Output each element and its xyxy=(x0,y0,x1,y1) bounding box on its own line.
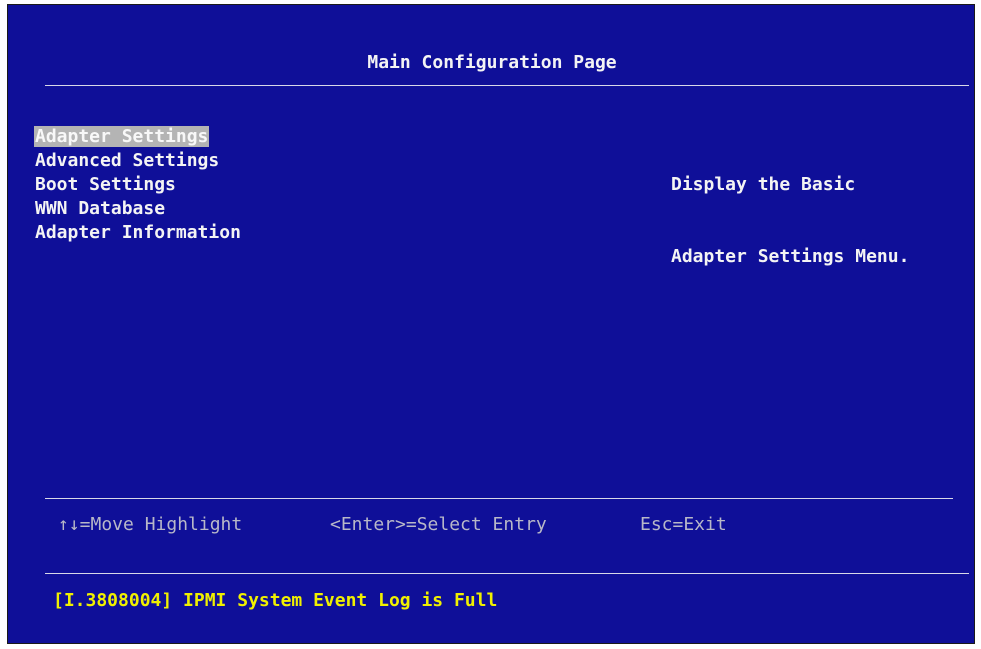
status-message: [I.3808004] IPMI System Event Log is Ful… xyxy=(53,590,498,611)
page-title: Main Configuration Page xyxy=(367,52,617,73)
help-line-1: Display the Basic xyxy=(671,174,856,195)
top-divider xyxy=(45,85,969,86)
main-menu: Adapter Settings Advanced Settings Boot … xyxy=(34,125,242,245)
menu-item-label: WWN Database xyxy=(35,198,166,219)
bios-screen: Main Configuration Page Adapter Settings… xyxy=(7,4,975,644)
menu-item-label: Adapter Settings xyxy=(34,126,210,147)
help-line-2: Adapter Settings Menu. xyxy=(671,246,910,267)
menu-item-boot-settings[interactable]: Boot Settings xyxy=(34,173,242,197)
status-divider xyxy=(45,573,969,574)
menu-item-label: Boot Settings xyxy=(35,174,176,195)
move-highlight-hint: ↑↓=Move Highlight xyxy=(58,514,243,535)
select-entry-hint: <Enter>=Select Entry xyxy=(330,514,547,535)
keys-divider xyxy=(45,498,953,499)
menu-item-advanced-settings[interactable]: Advanced Settings xyxy=(34,149,242,173)
menu-item-wwn-database[interactable]: WWN Database xyxy=(34,197,242,221)
exit-hint: Esc=Exit xyxy=(640,514,727,535)
help-text: Display the Basic Adapter Settings Menu. xyxy=(671,125,909,317)
menu-item-label: Adapter Information xyxy=(35,222,241,243)
menu-item-label: Advanced Settings xyxy=(35,150,220,171)
menu-item-adapter-settings[interactable]: Adapter Settings xyxy=(34,125,242,149)
menu-item-adapter-information[interactable]: Adapter Information xyxy=(34,221,242,245)
